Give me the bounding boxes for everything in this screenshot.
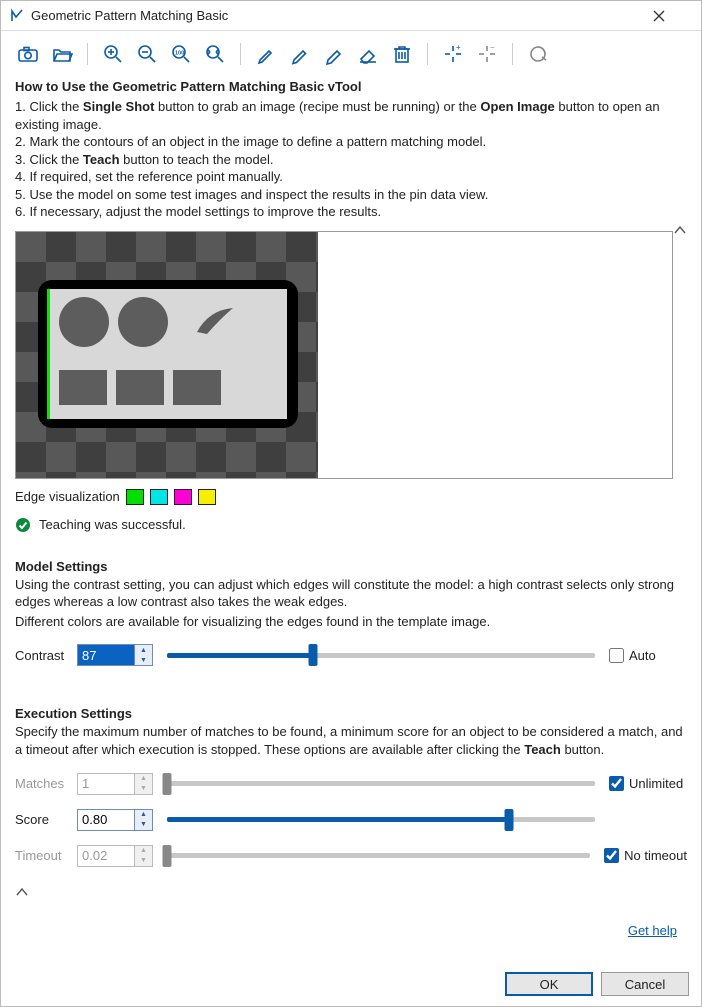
howto-line-2: 2. Mark the contours of an object in the…	[15, 133, 687, 151]
matches-row: Matches ▲▼ Unlimited	[15, 773, 687, 795]
execution-settings-desc: Specify the maximum number of matches to…	[15, 723, 687, 758]
pencil-medium-icon[interactable]	[285, 39, 315, 69]
zoom-100-icon[interactable]: 100	[166, 39, 196, 69]
auto-checkbox[interactable]: Auto	[609, 648, 687, 663]
trash-icon[interactable]	[387, 39, 417, 69]
color-swatch-green[interactable]	[126, 489, 144, 505]
model-settings-desc-1: Using the contrast setting, you can adju…	[15, 576, 687, 611]
open-icon[interactable]	[47, 39, 77, 69]
model-settings-title: Model Settings	[15, 559, 687, 574]
score-input[interactable]	[78, 810, 134, 830]
color-swatch-cyan[interactable]	[150, 489, 168, 505]
toolbar: 100 + −	[1, 31, 701, 75]
timeout-slider	[167, 845, 590, 867]
unlimited-checkbox-label: Unlimited	[629, 776, 683, 791]
spin-down-icon[interactable]: ▼	[135, 655, 152, 665]
crosshair-add-icon[interactable]: +	[438, 39, 468, 69]
svg-text:100: 100	[175, 51, 184, 57]
pencil-small-icon[interactable]	[251, 39, 281, 69]
zoom-out-icon[interactable]	[132, 39, 162, 69]
matches-input	[78, 774, 134, 794]
contrast-row: Contrast ▲▼ Auto	[15, 644, 687, 666]
eraser-icon[interactable]	[353, 39, 383, 69]
spin-down-icon[interactable]: ▼	[135, 820, 152, 830]
unlimited-checkbox[interactable]: Unlimited	[609, 776, 687, 791]
timeout-spinbox: ▲▼	[77, 845, 153, 867]
contrast-input[interactable]	[78, 645, 134, 665]
notimeout-checkbox[interactable]: No timeout	[604, 848, 687, 863]
matches-slider	[167, 773, 595, 795]
score-spinbox[interactable]: ▲▼	[77, 809, 153, 831]
collapse-chevron-icon[interactable]	[15, 885, 687, 899]
separator	[87, 43, 88, 65]
crosshair-remove-icon[interactable]: −	[472, 39, 502, 69]
svg-text:+: +	[456, 43, 461, 52]
howto-line-3: 3. Click the Teach button to teach the m…	[15, 151, 687, 169]
howto-title: How to Use the Geometric Pattern Matchin…	[15, 79, 687, 94]
close-button[interactable]	[653, 10, 693, 22]
spin-up-icon: ▲	[135, 846, 152, 856]
spin-down-icon: ▼	[135, 856, 152, 866]
howto-line-1: 1. Click the Single Shot button to grab …	[15, 98, 687, 133]
footer: OK Cancel	[1, 962, 701, 1006]
spin-up-icon[interactable]: ▲	[135, 810, 152, 820]
collapse-chevron-icon[interactable]	[673, 223, 687, 237]
svg-text:−: −	[490, 43, 495, 52]
cancel-button[interactable]: Cancel	[601, 972, 689, 996]
howto-line-4: 4. If required, set the reference point …	[15, 168, 687, 186]
auto-checkbox-label: Auto	[629, 648, 656, 663]
score-row: Score ▲▼	[15, 809, 687, 831]
app-icon	[9, 8, 25, 24]
contrast-label: Contrast	[15, 648, 71, 663]
get-help-row: Get help	[15, 923, 687, 938]
howto-line-6: 6. If necessary, adjust the model settin…	[15, 203, 687, 221]
separator	[427, 43, 428, 65]
success-icon	[15, 517, 31, 533]
get-help-link[interactable]: Get help	[628, 923, 677, 938]
color-swatch-yellow[interactable]	[198, 489, 216, 505]
model-settings-desc-2: Different colors are available for visua…	[15, 613, 687, 631]
howto-section: How to Use the Geometric Pattern Matchin…	[15, 79, 687, 221]
status-row: Teaching was successful.	[15, 517, 687, 533]
zoom-in-icon[interactable]	[98, 39, 128, 69]
execution-settings-title: Execution Settings	[15, 706, 687, 721]
spin-up-icon[interactable]: ▲	[135, 645, 152, 655]
notimeout-checkbox-label: No timeout	[624, 848, 687, 863]
timeout-input	[78, 846, 134, 866]
spin-down-icon: ▼	[135, 784, 152, 794]
pencil-large-icon[interactable]	[319, 39, 349, 69]
score-label: Score	[15, 812, 71, 827]
window-title: Geometric Pattern Matching Basic	[31, 8, 653, 23]
matches-spinbox: ▲▼	[77, 773, 153, 795]
edge-visualization-label: Edge visualization	[15, 489, 120, 504]
status-text: Teaching was successful.	[39, 517, 186, 532]
spin-up-icon: ▲	[135, 774, 152, 784]
teach-icon[interactable]	[523, 39, 553, 69]
separator	[512, 43, 513, 65]
timeout-row: Timeout ▲▼ No timeout	[15, 845, 687, 867]
contrast-spinbox[interactable]: ▲▼	[77, 644, 153, 666]
timeout-label: Timeout	[15, 848, 71, 863]
score-slider[interactable]	[167, 809, 595, 831]
preview-panel[interactable]	[16, 232, 318, 478]
howto-line-5: 5. Use the model on some test images and…	[15, 186, 687, 204]
image-preview-area	[15, 231, 673, 479]
separator	[240, 43, 241, 65]
edge-visualization-row: Edge visualization	[15, 489, 687, 505]
matches-label: Matches	[15, 776, 71, 791]
camera-icon[interactable]	[13, 39, 43, 69]
ok-button[interactable]: OK	[505, 972, 593, 996]
contrast-slider[interactable]	[167, 644, 595, 666]
zoom-fit-icon[interactable]	[200, 39, 230, 69]
color-swatch-magenta[interactable]	[174, 489, 192, 505]
titlebar: Geometric Pattern Matching Basic	[1, 1, 701, 31]
